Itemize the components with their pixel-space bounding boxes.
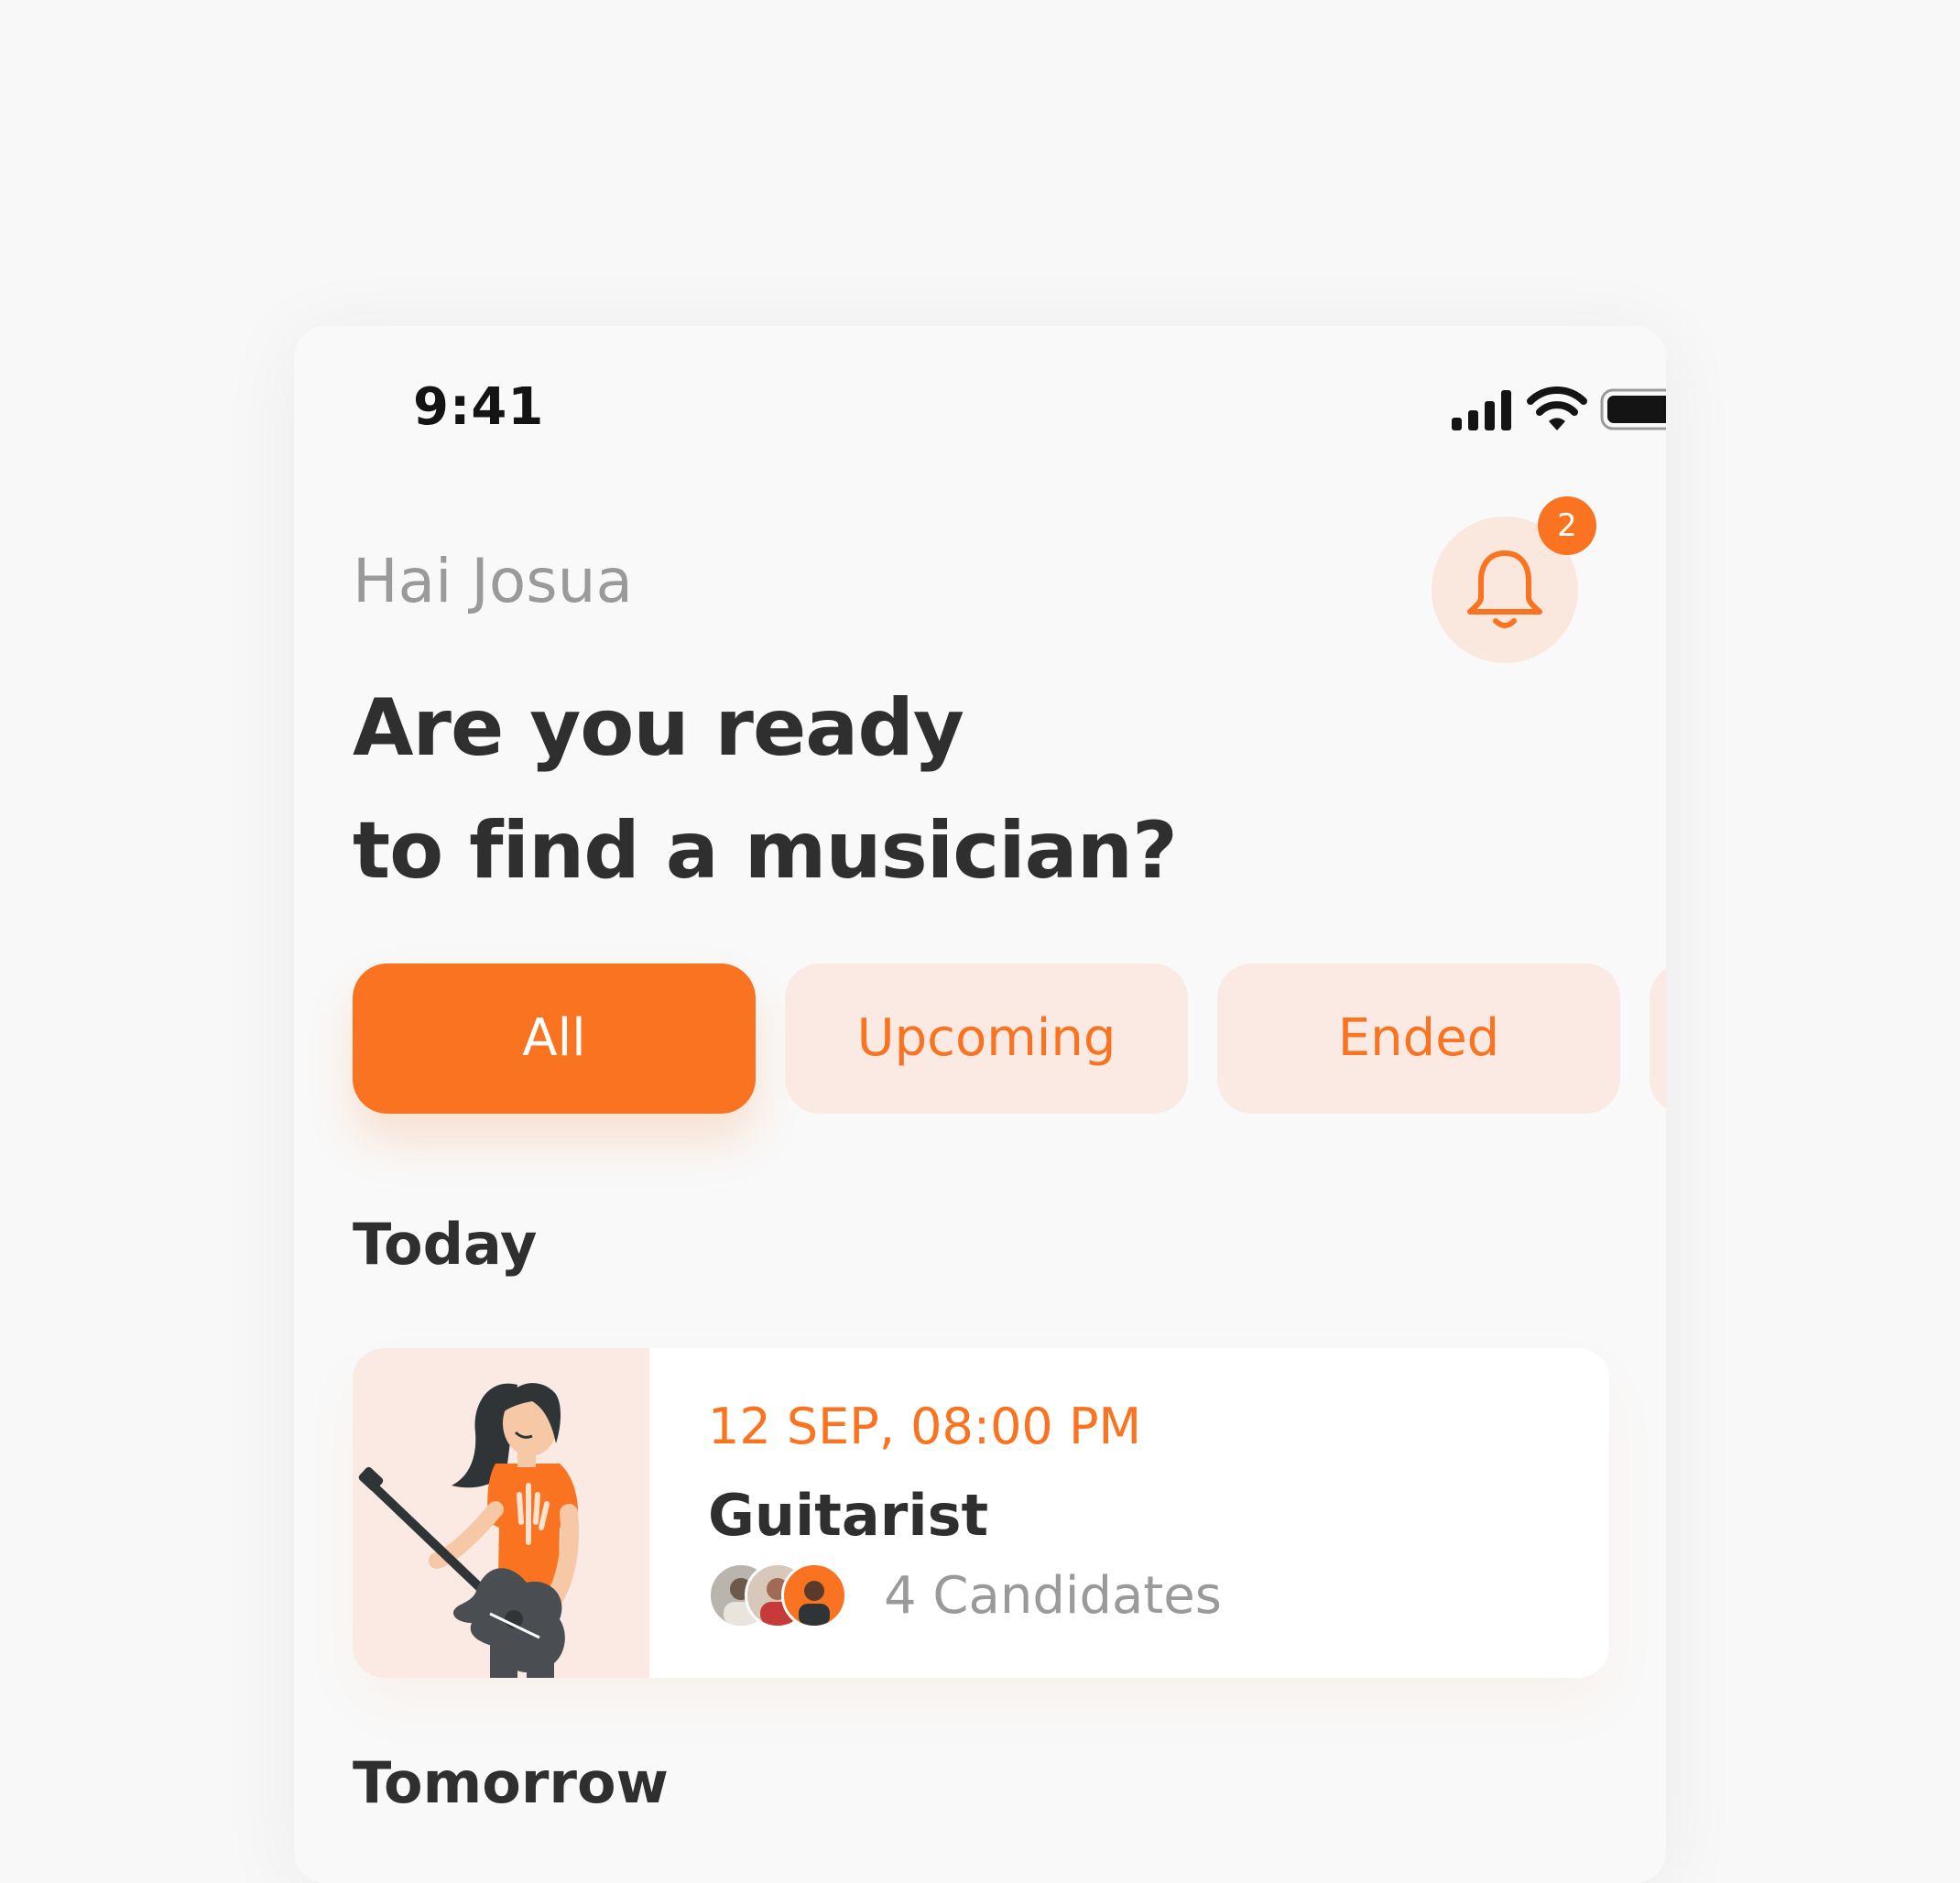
bell-icon <box>1467 550 1542 628</box>
tab-all[interactable]: All <box>353 963 756 1114</box>
avatar <box>781 1562 847 1628</box>
tab-upcoming[interactable]: Upcoming <box>785 963 1188 1114</box>
notification-badge: 2 <box>1538 496 1596 555</box>
phone-screen: 9:41 Hai Josua Are you ready to find a m… <box>294 326 1666 1883</box>
battery-icon <box>1600 388 1666 430</box>
signal-icon <box>1452 390 1511 430</box>
event-date: 12 SEP, 08:00 PM <box>708 1398 1142 1455</box>
tab-more[interactable] <box>1650 963 1666 1114</box>
greeting: Hai Josua <box>353 546 633 616</box>
event-card[interactable]: 12 SEP, 08:00 PM Guitarist 4 Candidates <box>353 1348 1609 1678</box>
wifi-icon <box>1527 386 1587 430</box>
candidate-count: 4 Candidates <box>884 1566 1222 1626</box>
filter-tabs: All Upcoming Ended <box>353 963 1666 1114</box>
candidate-avatars <box>708 1562 855 1628</box>
guitarist-illustration <box>353 1348 649 1678</box>
event-title: Guitarist <box>708 1482 989 1549</box>
status-time: 9:41 <box>413 377 545 437</box>
headline-line-1: Are you ready <box>353 682 964 774</box>
headline-line-2: to find a musician? <box>353 805 1178 897</box>
section-title-tomorrow: Tomorrow <box>353 1749 669 1816</box>
tab-ended[interactable]: Ended <box>1217 963 1620 1114</box>
page-title: Are you ready to find a musician? <box>353 667 1178 912</box>
section-title-today: Today <box>353 1211 538 1278</box>
